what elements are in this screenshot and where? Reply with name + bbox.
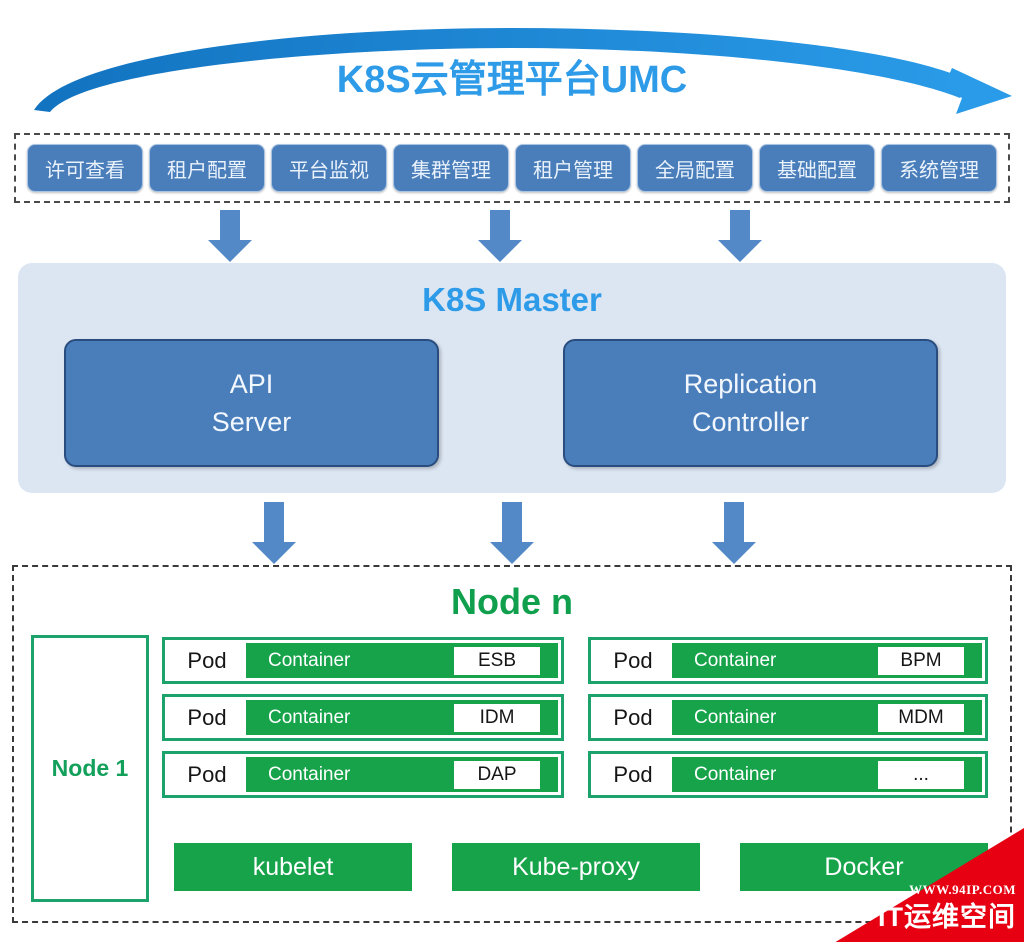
k8s-master-panel: K8S Master API Server Replication Contro… (18, 263, 1006, 493)
service-docker[interactable]: Docker (740, 843, 988, 891)
menu-bar: 许可查看 租户配置 平台监视 集群管理 租户管理 全局配置 基础配置 系统管理 (14, 133, 1010, 203)
container-block: Container MDM (672, 700, 982, 735)
app-chip-other: ... (878, 760, 964, 789)
node-1-box[interactable]: Node 1 (31, 635, 149, 902)
container-block: Container ... (672, 757, 982, 792)
container-block: Container BPM (672, 643, 982, 678)
arrow-menu-to-master-1 (208, 210, 252, 262)
pod-label: Pod (187, 647, 227, 673)
container-label: Container (268, 706, 351, 728)
container-label: Container (268, 763, 351, 785)
menu-item-global-config[interactable]: 全局配置 (637, 144, 753, 192)
replication-controller-box[interactable]: Replication Controller (563, 339, 938, 467)
arrow-master-to-node-3 (712, 502, 756, 564)
menu-item-platform-monitor[interactable]: 平台监视 (271, 144, 387, 192)
menu-item-cluster-management[interactable]: 集群管理 (393, 144, 509, 192)
api-server-line1: API (229, 369, 274, 399)
arrow-master-to-node-1 (252, 502, 296, 564)
diagram-canvas: K8S云管理平台UMC 许可查看 租户配置 平台监视 集群管理 租户管理 全局配… (0, 0, 1024, 942)
pod-row[interactable]: Pod Container ... (588, 751, 988, 798)
page-title: K8S云管理平台UMC (336, 59, 688, 101)
node-n-title: Node n (451, 581, 573, 622)
pod-label: Pod (187, 704, 227, 730)
pod-row[interactable]: Pod Container ESB (162, 637, 564, 684)
container-block: Container IDM (246, 700, 558, 735)
container-block: Container ESB (246, 643, 558, 678)
pod-row[interactable]: Pod Container MDM (588, 694, 988, 741)
menu-item-license-view[interactable]: 许可查看 (27, 144, 143, 192)
pod-label: Pod (613, 761, 653, 787)
menu-item-tenant-management[interactable]: 租户管理 (515, 144, 631, 192)
app-chip-idm: IDM (454, 703, 540, 732)
container-label: Container (268, 649, 351, 671)
pod-label: Pod (187, 761, 227, 787)
service-kube-proxy[interactable]: Kube-proxy (452, 843, 700, 891)
pod-row[interactable]: Pod Container BPM (588, 637, 988, 684)
api-server-line2: Server (211, 407, 292, 437)
arrow-menu-to-master-3 (718, 210, 762, 262)
replication-controller-line1: Replication (683, 369, 818, 399)
pod-row[interactable]: Pod Container IDM (162, 694, 564, 741)
app-chip-esb: ESB (454, 646, 540, 675)
pod-row[interactable]: Pod Container DAP (162, 751, 564, 798)
pod-label: Pod (613, 647, 653, 673)
container-label: Container (694, 706, 777, 728)
menu-item-basic-config[interactable]: 基础配置 (759, 144, 875, 192)
app-chip-mdm: MDM (878, 703, 964, 732)
arrow-master-to-node-2 (490, 502, 534, 564)
pod-label: Pod (613, 704, 653, 730)
menu-item-tenant-config[interactable]: 租户配置 (149, 144, 265, 192)
arrow-menu-to-master-2 (478, 210, 522, 262)
container-block: Container DAP (246, 757, 558, 792)
service-kubelet[interactable]: kubelet (174, 843, 412, 891)
k8s-master-title: K8S Master (422, 281, 602, 318)
app-chip-dap: DAP (454, 760, 540, 789)
menu-item-system-management[interactable]: 系统管理 (881, 144, 997, 192)
app-chip-bpm: BPM (878, 646, 964, 675)
replication-controller-line2: Controller (691, 407, 810, 437)
api-server-box[interactable]: API Server (64, 339, 439, 467)
container-label: Container (694, 649, 777, 671)
container-label: Container (694, 763, 777, 785)
